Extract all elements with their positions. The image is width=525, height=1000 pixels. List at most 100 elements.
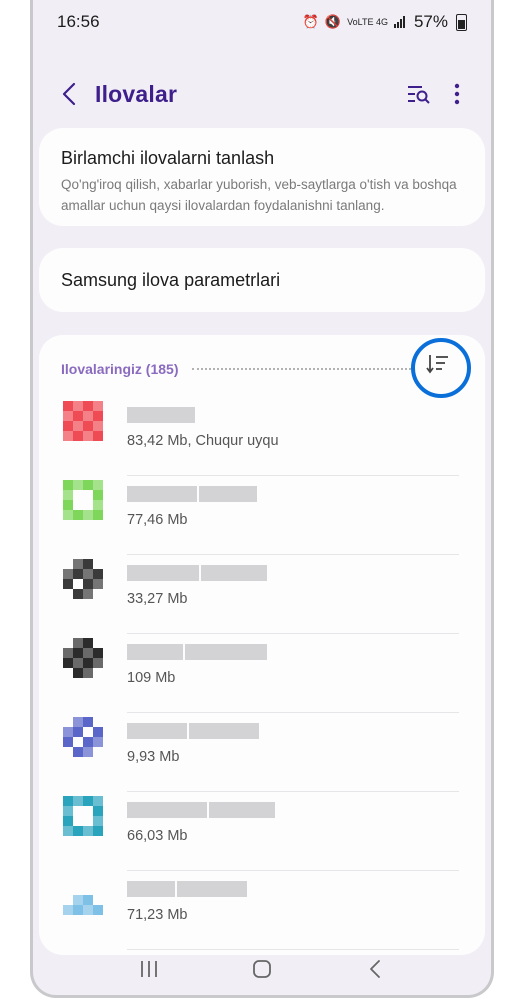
app-row[interactable]: 77,46 Mb <box>39 476 485 555</box>
back-button[interactable] <box>55 76 83 112</box>
icon-pixel <box>83 747 93 757</box>
icon-pixel <box>93 431 103 441</box>
app-header: Ilovalar <box>33 72 491 116</box>
app-row[interactable]: 9,93 Mb <box>39 713 485 792</box>
icon-pixel <box>93 796 103 806</box>
icon-pixel <box>83 569 93 579</box>
search-list-icon <box>408 86 430 104</box>
app-size: 109 Mb <box>127 670 176 686</box>
icon-pixel <box>63 421 73 431</box>
icon-pixel <box>93 737 103 747</box>
icon-pixel <box>63 806 73 816</box>
default-apps-card[interactable]: Birlamchi ilovalarni tanlash Qo'ng'iroq … <box>39 128 485 226</box>
default-apps-title: Birlamchi ilovalarni tanlash <box>61 148 275 168</box>
icon-pixel <box>73 905 83 915</box>
battery-percent: 57% <box>413 12 448 31</box>
icon-pixel <box>73 668 83 678</box>
app-name-redacted <box>127 723 259 739</box>
signal-icon <box>393 16 405 28</box>
icon-pixel <box>93 826 103 836</box>
app-icon <box>63 717 103 757</box>
status-bar: 16:56 ⏰ 🔇 VoLTE 4G 57% <box>33 0 491 44</box>
icon-pixel <box>93 480 103 490</box>
app-name-redacted <box>127 881 247 897</box>
icon-pixel <box>73 569 83 579</box>
icon-pixel <box>83 431 93 441</box>
app-size: 71,23 Mb <box>127 907 188 923</box>
app-row[interactable]: 33,27 Mb <box>39 555 485 634</box>
app-icon <box>63 638 103 678</box>
icon-pixel <box>83 796 93 806</box>
app-icon <box>63 480 103 520</box>
app-name-redacted <box>127 407 195 423</box>
alarm-icon: ⏰ <box>302 14 319 29</box>
app-name-redacted <box>127 802 275 818</box>
back-nav-icon <box>369 960 380 978</box>
icon-pixel <box>73 826 83 836</box>
search-list-button[interactable] <box>403 78 435 110</box>
back-icon <box>62 82 76 106</box>
icon-pixel <box>83 411 93 421</box>
icon-pixel <box>73 401 83 411</box>
icon-pixel <box>93 401 103 411</box>
icon-pixel <box>63 431 73 441</box>
app-icon <box>63 875 103 915</box>
back-nav-button[interactable] <box>355 949 395 989</box>
icon-pixel <box>63 401 73 411</box>
battery-icon <box>456 13 467 31</box>
icon-pixel <box>93 816 103 826</box>
default-apps-description: Qo'ng'iroq qilish, xabarlar yuborish, ve… <box>61 177 457 213</box>
icon-pixel <box>73 421 83 431</box>
app-size: 33,27 Mb <box>127 591 188 607</box>
app-row[interactable]: 66,03 Mb <box>39 792 485 871</box>
home-button[interactable] <box>242 949 282 989</box>
icon-pixel <box>83 668 93 678</box>
page-title: Ilovalar <box>95 80 178 107</box>
icon-pixel <box>93 806 103 816</box>
icon-pixel <box>63 480 73 490</box>
icon-pixel <box>73 510 83 520</box>
icon-pixel <box>93 421 103 431</box>
icon-pixel <box>73 480 83 490</box>
icon-pixel <box>63 796 73 806</box>
app-row[interactable]: 71,23 Mb <box>39 871 485 950</box>
icon-pixel <box>73 895 83 905</box>
icon-pixel <box>93 569 103 579</box>
sort-button[interactable] <box>417 343 459 385</box>
samsung-app-settings-card[interactable]: Samsung ilova parametrlari <box>39 248 485 312</box>
sort-icon <box>426 355 448 374</box>
icon-pixel <box>83 589 93 599</box>
icon-pixel <box>63 510 73 520</box>
app-size: 83,42 Mb, Chuqur uyqu <box>127 433 279 449</box>
more-options-button[interactable] <box>445 78 469 110</box>
mute-icon: 🔇 <box>324 14 342 29</box>
icon-pixel <box>83 579 93 589</box>
app-icon <box>63 401 103 441</box>
icon-pixel <box>83 559 93 569</box>
icon-pixel <box>63 737 73 747</box>
icon-pixel <box>83 905 93 915</box>
app-row[interactable]: 83,42 Mb, Chuqur uyqu <box>39 397 485 476</box>
icon-pixel <box>93 727 103 737</box>
app-size: 66,03 Mb <box>127 828 188 844</box>
icon-pixel <box>93 648 103 658</box>
recents-icon <box>141 961 158 977</box>
icon-pixel <box>73 747 83 757</box>
network-type: VoLTE 4G <box>347 17 388 27</box>
icon-pixel <box>63 648 73 658</box>
icon-pixel <box>63 411 73 421</box>
icon-pixel <box>73 648 83 658</box>
samsung-app-settings-title: Samsung ilova parametrlari <box>61 270 281 290</box>
app-row[interactable]: 109 Mb <box>39 634 485 713</box>
icon-pixel <box>93 510 103 520</box>
recents-button[interactable] <box>129 949 169 989</box>
more-icon <box>454 83 460 105</box>
header-dotted-divider <box>192 368 411 370</box>
phone-screen: 16:56 ⏰ 🔇 VoLTE 4G 57% Ilovalar Birlamch… <box>30 0 494 998</box>
icon-pixel <box>83 510 93 520</box>
icon-pixel <box>63 816 73 826</box>
icon-pixel <box>93 658 103 668</box>
app-icon <box>63 559 103 599</box>
apps-section-header: Ilovalaringiz (185) <box>61 359 465 379</box>
icon-pixel <box>93 500 103 510</box>
